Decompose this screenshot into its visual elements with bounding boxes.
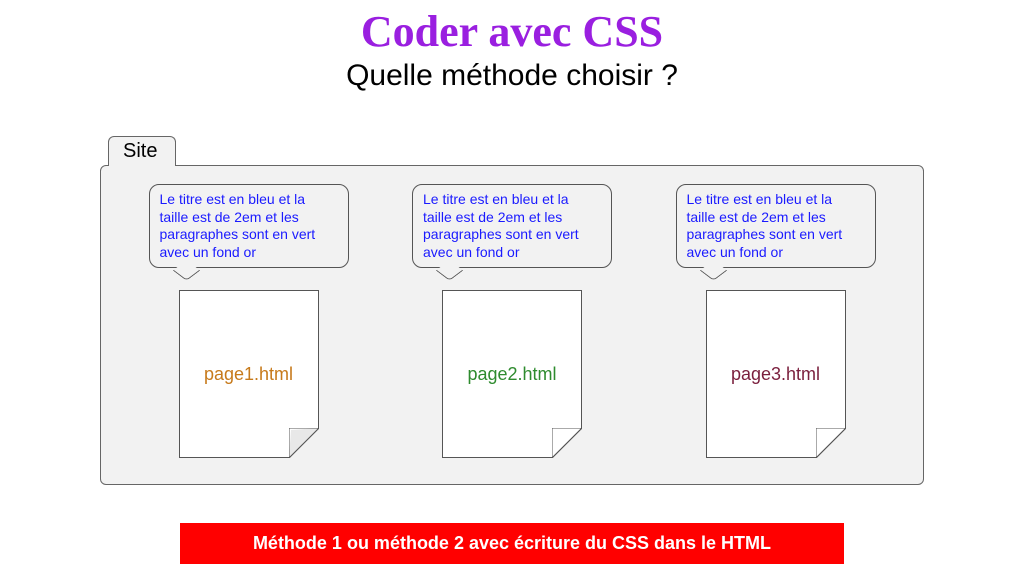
- page-title: Coder avec CSS: [0, 6, 1024, 57]
- site-panel: Le titre est en bleu et la taille est de…: [100, 165, 924, 485]
- page-icon: page3.html: [706, 290, 846, 458]
- page-column: Le titre est en bleu et la taille est de…: [131, 184, 366, 458]
- page-label: page2.html: [467, 364, 556, 385]
- page-label: page1.html: [204, 364, 293, 385]
- page-column: Le titre est en bleu et la taille est de…: [658, 184, 893, 458]
- style-bubble: Le titre est en bleu et la taille est de…: [676, 184, 876, 268]
- page-label: page3.html: [731, 364, 820, 385]
- style-bubble: Le titre est en bleu et la taille est de…: [412, 184, 612, 268]
- page-subtitle: Quelle méthode choisir ?: [0, 59, 1024, 93]
- page-fold-icon: [816, 428, 846, 458]
- site-tab: Site: [108, 136, 176, 166]
- page-fold-icon: [289, 428, 319, 458]
- method-banner: Méthode 1 ou méthode 2 avec écriture du …: [180, 523, 844, 564]
- page-icon: page2.html: [442, 290, 582, 458]
- site-container: Site Le titre est en bleu et la taille e…: [100, 136, 924, 485]
- style-bubble: Le titre est en bleu et la taille est de…: [149, 184, 349, 268]
- page-icon: page1.html: [179, 290, 319, 458]
- page-fold-icon: [552, 428, 582, 458]
- page-column: Le titre est en bleu et la taille est de…: [395, 184, 630, 458]
